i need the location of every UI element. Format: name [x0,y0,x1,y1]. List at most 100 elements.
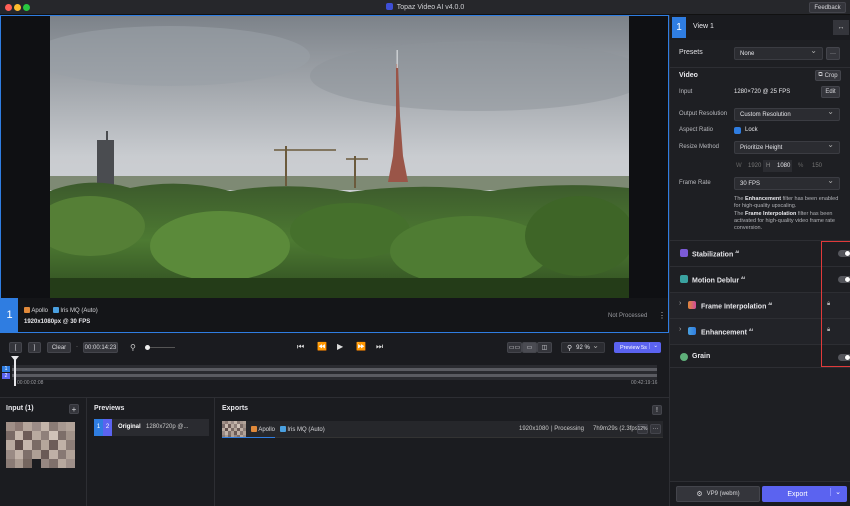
model-chain: Apollo Iris MQ (Auto) [24,307,98,314]
previews-panel: Previews 1 2 Original 1280x720p @... [88,398,215,506]
step-forward-icon[interactable]: ⏩ [356,342,366,351]
mark-in-button[interactable]: [ [9,342,22,353]
toggle-highlight-box [821,241,850,367]
zoom-icon[interactable]: ⚲ [130,343,136,352]
more-options-icon[interactable]: ⋮ [658,311,666,320]
export-button[interactable]: Export ⌄ [762,486,847,502]
export-percent: 12% [637,424,648,434]
percent-field[interactable]: 150 [812,163,822,169]
track-badge-2[interactable]: 2 [2,373,10,379]
interpolation-note: The Frame Interpolation filter has been … [734,211,835,231]
preview-button[interactable]: Preview 5s ⌄ [614,342,661,353]
export-more-button[interactable]: ··· [650,424,661,434]
export-time: 7h9m29s (2.3fps) [593,426,640,432]
zoom-slider-handle[interactable] [145,345,150,350]
split-view-icon[interactable]: ◫ [537,342,552,353]
timecode-field[interactable]: 00:00:14:23 [83,342,118,353]
edit-input-button[interactable]: Edit [821,86,840,98]
apollo-icon [251,426,257,432]
output-resolution-select[interactable]: Custom Resolution [734,107,840,121]
feedback-button[interactable]: Feedback [809,2,846,13]
input-label: Input [679,89,693,95]
preview-tab-1[interactable]: 1 [94,419,103,436]
presets-more-button[interactable]: ··· [826,47,840,60]
step-back-icon[interactable]: ⏪ [317,342,327,351]
exports-title: Exports [222,405,249,412]
lock-checkbox[interactable] [734,127,741,134]
chevron-right-icon[interactable]: › [679,326,681,333]
dash-separator: - [76,344,78,350]
presets-label: Presets [679,49,703,56]
view-badge-right[interactable]: 1 [672,17,686,38]
preview-info: 1280x720p @... [146,424,189,430]
exports-panel: Exports ! Apollo Iris MQ (Auto) 1920x108… [216,398,669,506]
percent-label: % [798,163,804,169]
motion-deblur-label: Motion Deblur AI [692,275,746,285]
expand-icon[interactable]: ↔ [833,20,849,35]
preview-tab-2[interactable]: 2 [103,419,112,436]
frame-interpolation-icon [688,301,696,309]
frame-rate-select[interactable]: 30 FPS [734,176,840,190]
compare-view-icon[interactable]: ▭▭ [507,342,522,353]
chevron-right-icon[interactable]: › [679,300,681,307]
video-image [50,16,629,298]
app-title: Topaz Video AI v4.0.0 [0,3,850,11]
width-field[interactable]: 1920 [748,163,761,169]
timeline-track[interactable] [12,365,657,380]
resize-method-select[interactable]: Prioritize Height [734,140,840,154]
output-resolution-label: Output Resolution [679,111,728,117]
height-field[interactable]: 1080 [777,163,790,169]
export-resolution: 1920x1080 [519,426,549,432]
resize-method-label: Resize Method [679,144,720,150]
playhead-handle-icon[interactable] [11,356,19,361]
export-row[interactable]: Apollo Iris MQ (Auto) 1920x1080 | Proces… [222,421,663,438]
input-thumbnail[interactable] [6,422,75,468]
single-view-icon[interactable]: ▭ [522,342,537,353]
view-header: 1 View 1 ↔ [670,15,850,40]
previews-title: Previews [94,405,125,412]
play-icon[interactable]: ▶ [337,342,343,351]
grain-label: Grain [692,353,711,360]
mark-out-button[interactable]: ] [28,342,41,353]
preview-dropdown-icon[interactable]: ⌄ [649,343,658,349]
track-badge-1[interactable]: 1 [2,366,10,372]
export-bar: ⚙ VP9 (webm) Export ⌄ [670,481,850,506]
enhancement-note: The Enhancement filter has been enabled … [734,196,839,209]
export-dropdown-icon[interactable]: ⌄ [830,488,841,496]
export-progress-fill [222,437,275,438]
codec-select[interactable]: ⚙ VP9 (webm) [676,486,760,502]
settings-gear-icon: ⚙ [696,491,703,498]
video-section-title: Video [679,72,698,79]
video-frame[interactable] [50,16,629,298]
output-resolution-text: 1920x1080px @ 30 FPS [24,319,91,325]
zoom-select[interactable]: ⚲ 92 % [561,341,605,353]
lock-label: Lock [745,127,758,133]
stabilization-icon [680,249,688,257]
title-bar: Topaz Video AI v4.0.0 Feedback [0,0,850,15]
export-thumbnail [222,421,246,438]
input-value: 1280×720 @ 25 FPS [734,89,791,95]
frame-interpolation-label: Frame Interpolation AI [701,301,773,311]
view-badge[interactable]: 1 [1,298,18,332]
grain-icon [680,353,688,361]
playhead[interactable] [14,358,16,386]
iris-icon [52,307,59,313]
magnifier-icon: ⚲ [567,344,573,352]
aspect-ratio-label: Aspect Ratio [679,127,714,133]
add-input-button[interactable]: + [69,404,79,414]
divider [670,367,850,368]
motion-deblur-icon [680,275,688,283]
skip-end-icon[interactable]: ⏭ [376,342,383,352]
export-model-chain: Apollo Iris MQ (Auto) [251,426,325,433]
clear-button[interactable]: Clear [47,342,71,353]
crop-button[interactable]: ⧉ Crop [815,70,841,81]
skip-start-icon[interactable]: ⏮ [297,342,304,352]
preview-item[interactable]: 1 2 Original 1280x720p @... [94,419,209,436]
app-logo-icon [385,3,393,10]
viewer-panel: 1 Apollo Iris MQ (Auto) 1920x1080px @ 30… [0,15,669,333]
presets-select[interactable]: None [734,46,823,60]
iris-icon [279,426,286,432]
settings-panel: 1 View 1 ↔ Presets None ··· Video ⧉Crop … [669,15,850,506]
apollo-icon [24,307,30,313]
exports-info-button[interactable]: ! [652,405,662,415]
